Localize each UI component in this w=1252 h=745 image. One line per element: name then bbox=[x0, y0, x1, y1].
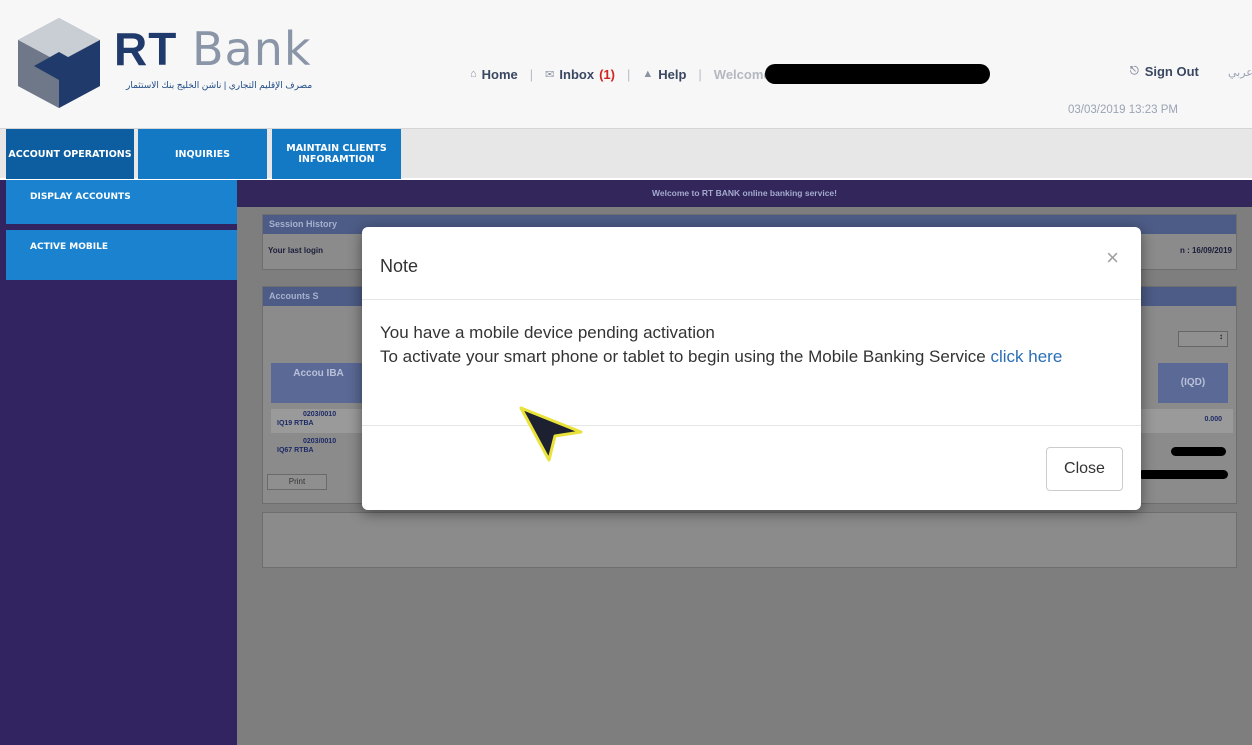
sign-out-icon: ⎋ bbox=[1130, 65, 1139, 77]
sidebar-item-active-mobile[interactable]: ACTIVE MOBILE bbox=[6, 230, 237, 280]
close-button[interactable]: Close bbox=[1046, 447, 1123, 491]
nav-divider: | bbox=[529, 66, 534, 82]
sidebar-item-display-accounts[interactable]: DISPLAY ACCOUNTS bbox=[6, 180, 237, 224]
last-login-label: Your last login bbox=[268, 246, 323, 255]
session-date-value: n : 16/09/2019 bbox=[1179, 246, 1232, 255]
modal-header: Note × bbox=[362, 227, 1141, 300]
nav-divider: | bbox=[626, 66, 631, 82]
current-datetime: 03/03/2019 13:23 PM bbox=[1068, 104, 1178, 116]
logo-bank-text: Bank bbox=[192, 22, 312, 76]
activation-instructions-text: To activate your smart phone or tablet t… bbox=[380, 347, 986, 366]
activation-instructions: To activate your smart phone or tablet t… bbox=[380, 345, 1120, 369]
account-column-header: Accou IBA bbox=[271, 363, 366, 403]
logo-subtitle: مصرف الإقليم التجاري | ناشن الخليج بنك ا… bbox=[126, 80, 313, 90]
modal-footer: Close bbox=[362, 425, 1141, 510]
account-number-cell[interactable]: 0203/0010 bbox=[303, 410, 336, 419]
nav-help-label: Help bbox=[658, 66, 687, 82]
inbox-count-badge: (1) bbox=[599, 66, 615, 82]
accounts-select[interactable]: ↕ bbox=[1178, 331, 1228, 347]
balance-cell: 0.000 bbox=[1204, 416, 1222, 423]
nav-help[interactable]: ▲ Help bbox=[642, 67, 686, 82]
note-modal: Note × You have a mobile device pending … bbox=[362, 227, 1141, 510]
nav-home[interactable]: ⌂ Home bbox=[470, 67, 518, 82]
rt-bank-logo[interactable]: RT Bank مصرف الإقليم التجاري | ناشن الخل… bbox=[14, 10, 314, 110]
tab-account-operations[interactable]: ACCOUNT OPERATIONS bbox=[6, 129, 134, 179]
logo-rt-text: RT bbox=[114, 23, 178, 75]
warning-triangle-icon: ▲ bbox=[642, 68, 654, 80]
welcome-banner: Welcome to RT BANK online banking servic… bbox=[237, 180, 1252, 207]
language-switch[interactable]: عربي bbox=[1228, 66, 1252, 79]
redacted-balance bbox=[1171, 447, 1226, 456]
tab-maintain-clients-information[interactable]: MAINTAIN CLIENTS INFORAMTION bbox=[272, 129, 401, 179]
click-here-link[interactable]: click here bbox=[990, 347, 1062, 366]
logo-cube-icon bbox=[18, 18, 100, 108]
top-navigation: ⌂ Home | ✉ Inbox (1) | ▲ Help | Welcome bbox=[470, 64, 990, 84]
iban-cell: IQ19 RTBA bbox=[277, 420, 314, 427]
sign-out-label: Sign Out bbox=[1144, 64, 1199, 79]
print-button[interactable]: Print bbox=[267, 474, 327, 490]
nav-inbox-label: Inbox bbox=[559, 66, 595, 82]
home-icon: ⌂ bbox=[470, 68, 477, 80]
nav-home-label: Home bbox=[481, 66, 518, 82]
envelope-icon: ✉ bbox=[545, 68, 555, 81]
tab-inquiries[interactable]: INQUIRIES bbox=[138, 129, 267, 179]
pending-activation-text: You have a mobile device pending activat… bbox=[380, 323, 715, 342]
empty-panel bbox=[262, 512, 1237, 568]
sidebar: DISPLAY ACCOUNTS ACTIVE MOBILE bbox=[0, 180, 237, 745]
mouse-pointer-icon bbox=[519, 406, 583, 462]
nav-divider: | bbox=[698, 66, 702, 82]
nav-inbox[interactable]: ✉ Inbox (1) bbox=[545, 67, 615, 82]
account-number-cell[interactable]: 0203/0010 bbox=[303, 437, 336, 446]
sign-out-link[interactable]: ⎋ Sign Out bbox=[1130, 64, 1199, 79]
modal-body: You have a mobile device pending activat… bbox=[380, 321, 1120, 369]
close-icon[interactable]: × bbox=[1106, 247, 1119, 269]
modal-title: Note bbox=[380, 256, 419, 276]
iban-cell: IQ67 RTBA bbox=[277, 447, 314, 454]
redacted-username bbox=[764, 64, 990, 84]
redacted-balance bbox=[1138, 470, 1228, 479]
main-tab-bar: ACCOUNT OPERATIONS INQUIRIES MAINTAIN CL… bbox=[0, 128, 1252, 179]
welcome-text: Welcome bbox=[713, 66, 771, 82]
balance-column-header: (IQD) bbox=[1158, 363, 1228, 403]
header: RT Bank مصرف الإقليم التجاري | ناشن الخل… bbox=[0, 0, 1252, 128]
